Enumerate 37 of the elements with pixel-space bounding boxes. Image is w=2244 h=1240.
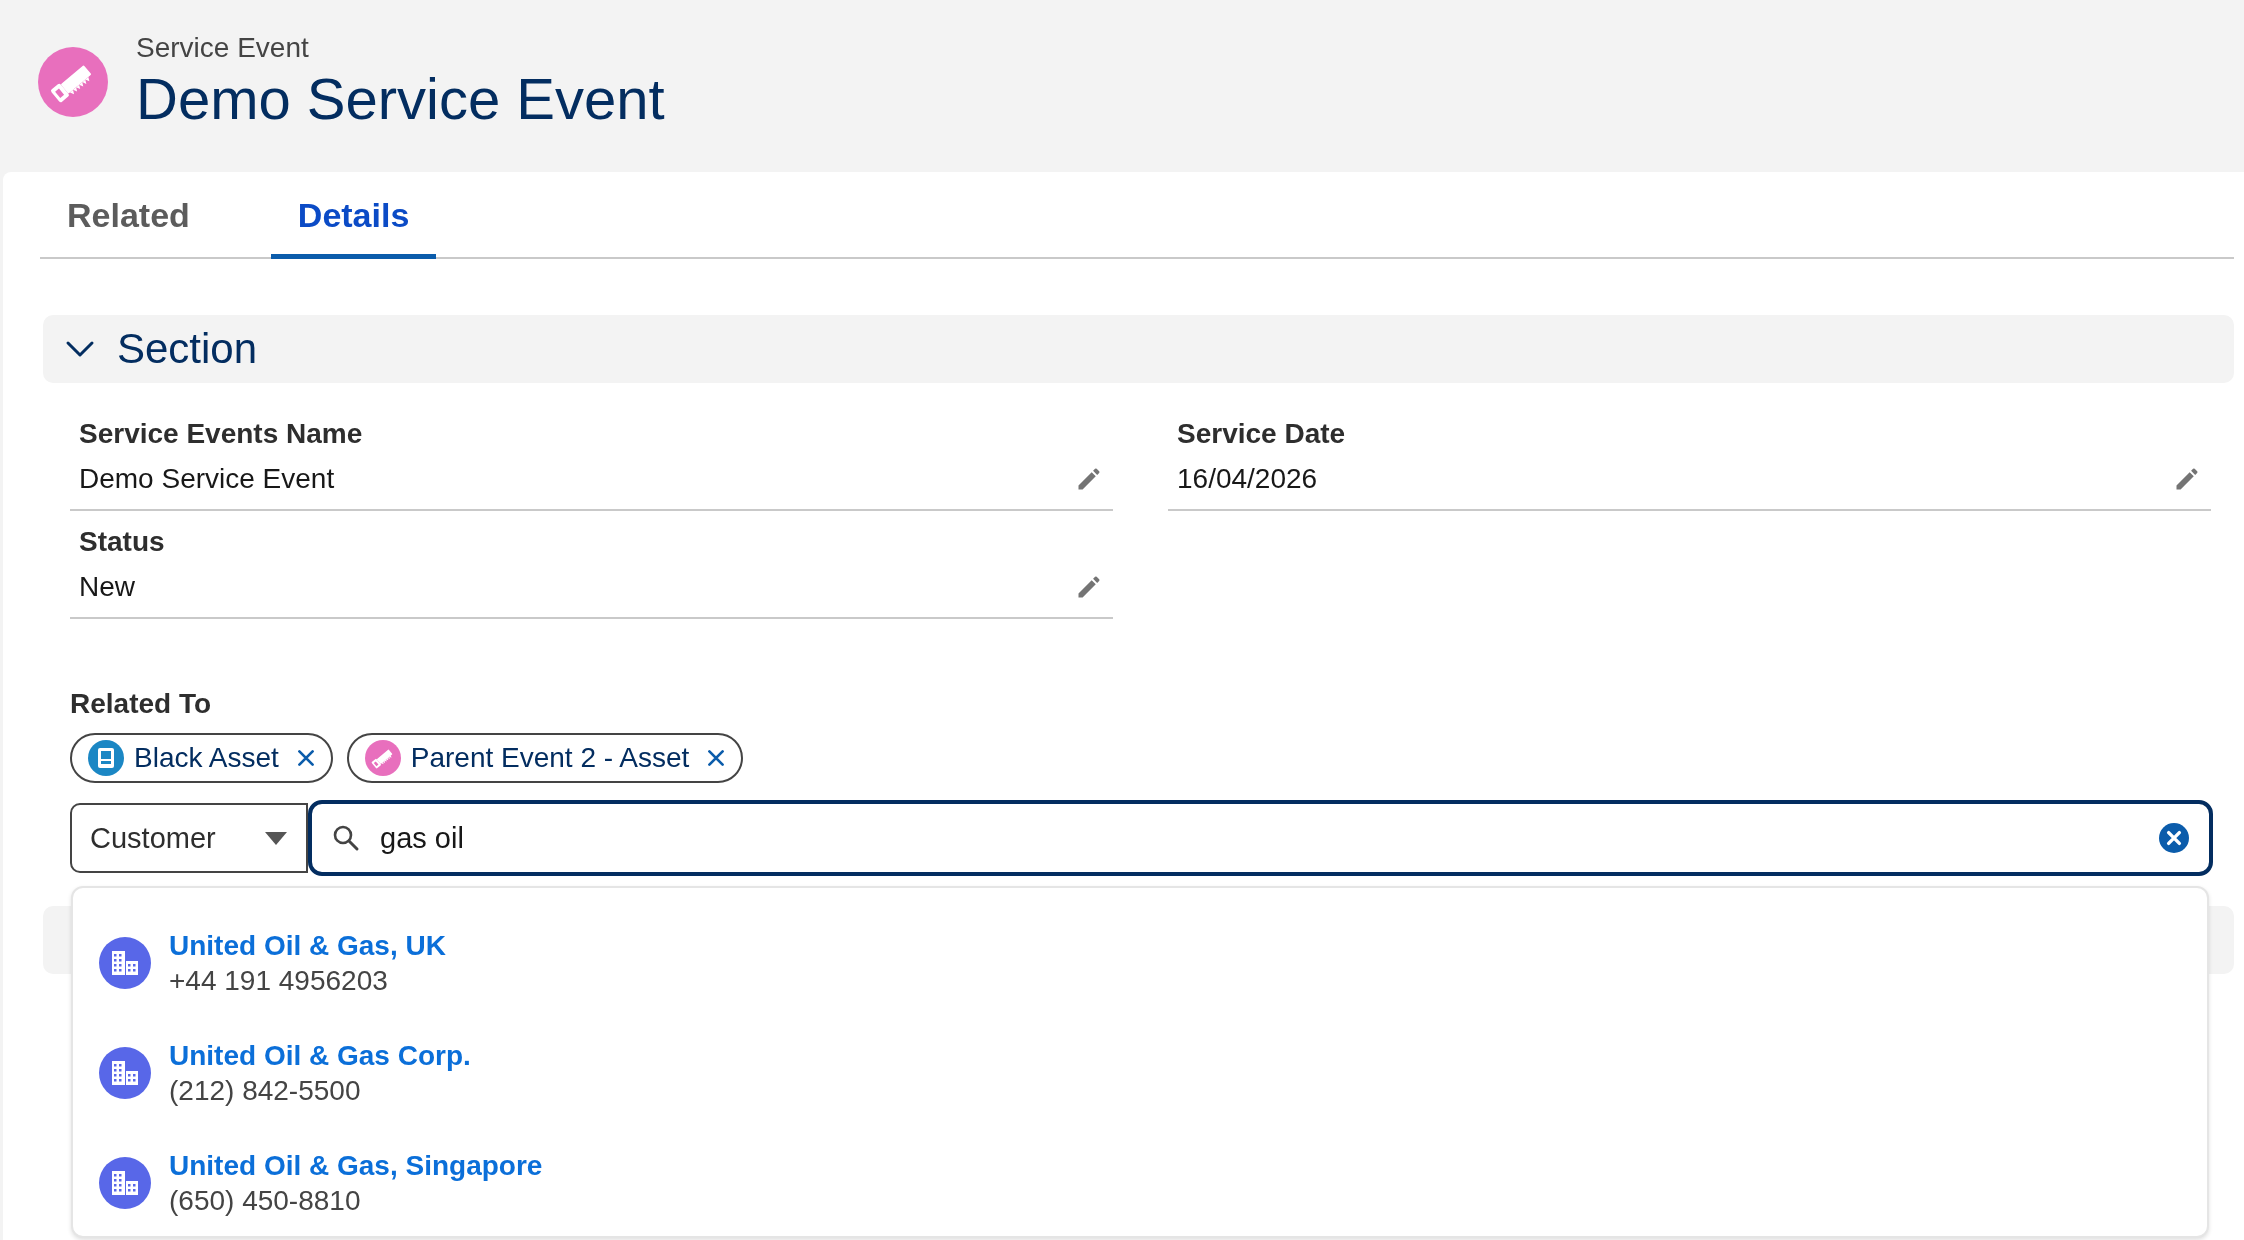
tab[interactable]: Details xyxy=(270,172,437,259)
search-text: gas oil xyxy=(380,821,465,855)
field-label: Related To xyxy=(70,687,213,721)
result-phone: (650) 450-8810 xyxy=(169,1184,362,1218)
saw-icon xyxy=(38,47,108,117)
pill-label: Parent Event 2 - Asset xyxy=(410,742,690,774)
pill-label: Black Asset xyxy=(134,742,279,774)
result-phone: +44 191 4956203 xyxy=(169,964,389,998)
saw-icon xyxy=(364,740,401,776)
chevron-icon[interactable] xyxy=(65,339,95,359)
object-picker[interactable]: Customer xyxy=(70,803,308,873)
result-link[interactable]: United Oil & Gas Corp. xyxy=(169,1038,471,1073)
result-link[interactable]: United Oil & Gas, UK xyxy=(169,928,446,963)
caret-icon xyxy=(264,830,288,846)
building-icon xyxy=(99,1157,151,1209)
tab[interactable]: Related xyxy=(40,172,217,259)
asset-icon xyxy=(88,740,124,776)
picker-value: Customer xyxy=(90,821,216,855)
field-value: New xyxy=(79,571,135,603)
field-label: Service Date xyxy=(1177,417,1347,451)
field-value: 16/04/2026 xyxy=(1177,463,1318,495)
search-field[interactable]: gas oil xyxy=(308,800,2213,876)
result-phone: (212) 842-5500 xyxy=(169,1074,362,1108)
clear-icon[interactable] xyxy=(2159,823,2189,853)
field-value: Demo Service Event xyxy=(79,463,335,495)
section-header[interactable]: Section xyxy=(43,315,2234,383)
record-pill[interactable]: Parent Event 2 - Asset xyxy=(346,733,744,783)
result-link[interactable]: United Oil & Gas, Singapore xyxy=(169,1148,543,1183)
section-title: Section xyxy=(117,325,258,373)
field-label: Service Events Name xyxy=(79,417,364,451)
search-icon xyxy=(332,824,360,852)
building-icon xyxy=(99,937,151,989)
object-type-label: Service Event xyxy=(136,31,310,65)
record-title: Demo Service Event xyxy=(136,65,665,133)
record-pill[interactable]: Black Asset xyxy=(70,733,333,783)
field-label: Status xyxy=(79,525,166,559)
building-icon xyxy=(99,1047,151,1099)
